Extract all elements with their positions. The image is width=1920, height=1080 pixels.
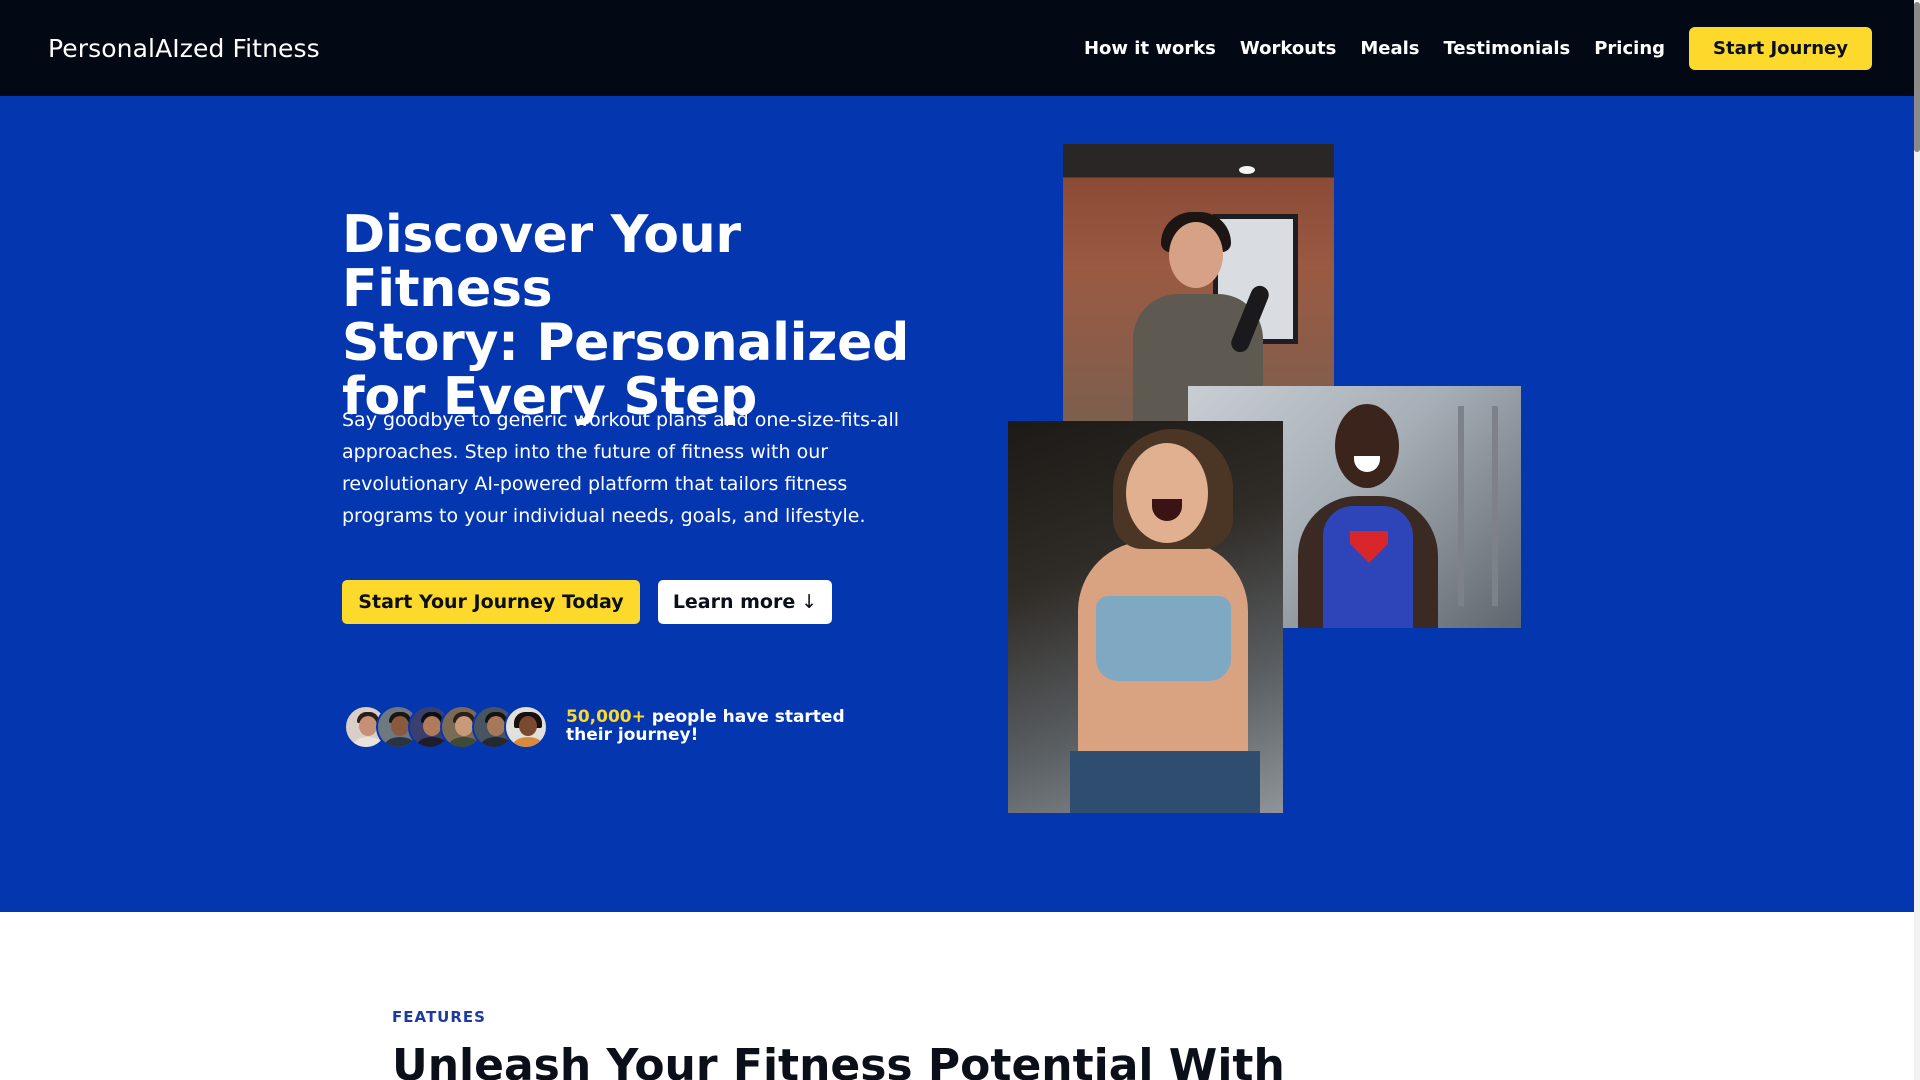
start-journey-button[interactable]: Start Journey bbox=[1689, 26, 1872, 70]
page-scrollbar[interactable] bbox=[1914, 0, 1920, 1080]
start-your-journey-label: Start Your Journey Today bbox=[358, 591, 624, 613]
features-heading: Unleash Your Fitness Potential With bbox=[392, 1040, 1285, 1080]
hero-description-line: Say goodbye to generic workout plans and… bbox=[342, 409, 900, 431]
features-label: FEATURES bbox=[392, 1008, 486, 1026]
site-header: PersonalAIzed Fitness How it works Worko… bbox=[0, 0, 1920, 96]
nav-workouts[interactable]: Workouts bbox=[1240, 38, 1336, 59]
hero-description-line: approaches. Step into the future of fitn… bbox=[342, 441, 829, 463]
scrollbar-thumb[interactable] bbox=[1914, 2, 1920, 152]
avatar bbox=[504, 705, 548, 749]
main-nav: How it works Workouts Meals Testimonials… bbox=[1060, 26, 1872, 70]
nav-testimonials[interactable]: Testimonials bbox=[1444, 38, 1571, 59]
social-proof-text: 50,000+ people have started their journe… bbox=[566, 708, 886, 744]
battle-ropes-photo bbox=[1063, 144, 1334, 422]
hero-title-line: Discover Your Fitness bbox=[342, 205, 741, 319]
hero-title: Discover Your Fitness Story: Personalize… bbox=[342, 208, 942, 424]
start-your-journey-button[interactable]: Start Your Journey Today bbox=[342, 580, 640, 624]
social-proof-count: 50,000+ bbox=[566, 707, 646, 727]
hero-description: Say goodbye to generic workout plans and… bbox=[342, 404, 912, 532]
laughing-woman-photo bbox=[1008, 421, 1283, 813]
brand-logo[interactable]: PersonalAIzed Fitness bbox=[48, 34, 320, 63]
hero-title-line: Story: Personalized bbox=[342, 313, 909, 373]
nav-how-it-works[interactable]: How it works bbox=[1084, 38, 1216, 59]
nav-pricing[interactable]: Pricing bbox=[1594, 38, 1665, 59]
hero-description-line: programs to your individual needs, goals… bbox=[342, 505, 866, 527]
hero-description-line: revolutionary AI-powered platform that t… bbox=[342, 473, 848, 495]
down-arrow-icon: ↓ bbox=[801, 591, 818, 613]
avatar-group bbox=[344, 705, 554, 749]
learn-more-button[interactable]: Learn more ↓ bbox=[658, 580, 832, 624]
hero-section: Discover Your Fitness Story: Personalize… bbox=[0, 96, 1920, 912]
learn-more-label: Learn more bbox=[672, 591, 796, 613]
nav-meals[interactable]: Meals bbox=[1360, 38, 1419, 59]
